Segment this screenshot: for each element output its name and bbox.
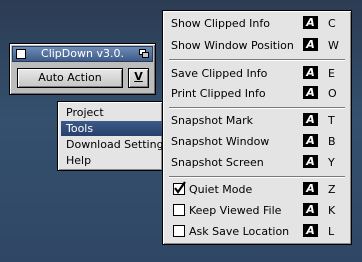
menu-item-keep-viewed-file[interactable]: Keep Viewed File A K bbox=[163, 200, 351, 221]
amiga-key-icon: A bbox=[303, 86, 318, 99]
menu-item-label: Show Window Position bbox=[171, 39, 294, 52]
clipdown-window: ClipDown v3.0. Auto Action V bbox=[9, 43, 156, 95]
menu-item-ask-save-location[interactable]: Ask Save Location A L bbox=[163, 221, 351, 242]
context-menu: Project Tools Download Settings Help bbox=[57, 101, 163, 171]
shortcut-key: B bbox=[328, 135, 336, 148]
menu-item-download-settings[interactable]: Download Settings bbox=[61, 137, 162, 152]
dropdown-label: V bbox=[134, 70, 143, 83]
checkbox-checked-icon[interactable] bbox=[173, 181, 186, 195]
shortcut-key: W bbox=[328, 39, 339, 52]
depth-gadget-icon[interactable] bbox=[139, 49, 149, 58]
amiga-key-icon: A bbox=[303, 113, 318, 126]
shortcut-key: K bbox=[328, 204, 336, 217]
amiga-key-icon: A bbox=[303, 38, 318, 51]
menu-item-print-clipped-info[interactable]: Print Clipped Info A O bbox=[163, 83, 351, 104]
menu-item-show-clipped-info[interactable]: Show Clipped Info A C bbox=[163, 13, 351, 34]
amiga-key-icon: A bbox=[303, 66, 318, 79]
shortcut-key: L bbox=[328, 225, 335, 238]
menu-item-help[interactable]: Help bbox=[61, 153, 162, 168]
window-title: ClipDown v3.0. bbox=[41, 47, 124, 60]
menu-item-label: Quiet Mode bbox=[189, 183, 253, 196]
amiga-key-icon: A bbox=[303, 224, 318, 237]
menu-item-label: Show Clipped Info bbox=[171, 17, 270, 30]
shortcut-key: C bbox=[328, 17, 336, 30]
menu-item-snapshot-window[interactable]: Snapshot Window A B bbox=[163, 131, 351, 152]
menu-item-snapshot-screen[interactable]: Snapshot Screen A Y bbox=[163, 152, 351, 173]
amiga-key-icon: A bbox=[303, 155, 318, 168]
shortcut-key: Y bbox=[328, 156, 335, 169]
menu-item-label: Snapshot Mark bbox=[171, 114, 254, 127]
menu-separator bbox=[169, 176, 345, 178]
amiga-key-icon: A bbox=[303, 203, 318, 216]
menu-separator bbox=[169, 59, 345, 61]
close-gadget-icon[interactable] bbox=[16, 49, 26, 59]
menu-item-show-window-position[interactable]: Show Window Position A W bbox=[163, 35, 351, 56]
menu-item-label: Ask Save Location bbox=[189, 225, 290, 238]
checkbox-icon[interactable] bbox=[173, 225, 185, 237]
menu-item-save-clipped-info[interactable]: Save Clipped Info A E bbox=[163, 63, 351, 84]
shortcut-key: T bbox=[328, 114, 335, 127]
menu-item-label: Print Clipped Info bbox=[171, 87, 266, 100]
menu-item-project[interactable]: Project bbox=[61, 105, 162, 120]
shortcut-key: E bbox=[328, 67, 335, 80]
amiga-key-icon: A bbox=[303, 134, 318, 147]
menu-item-label: Snapshot Screen bbox=[171, 156, 264, 169]
menu-item-label: Keep Viewed File bbox=[189, 204, 282, 217]
amiga-key-icon: A bbox=[303, 16, 318, 29]
menu-item-quiet-mode[interactable]: Quiet Mode A Z bbox=[163, 179, 351, 200]
menu-item-tools[interactable]: Tools bbox=[61, 121, 162, 136]
tools-submenu: Show Clipped Info A C Show Window Positi… bbox=[162, 10, 352, 245]
menu-item-label: Save Clipped Info bbox=[171, 67, 268, 80]
amiga-key-icon: A bbox=[303, 182, 318, 195]
menu-item-label: Snapshot Window bbox=[171, 135, 270, 148]
title-bar[interactable]: ClipDown v3.0. bbox=[12, 46, 153, 62]
menu-separator bbox=[169, 107, 345, 109]
auto-action-button[interactable]: Auto Action bbox=[17, 68, 123, 88]
action-dropdown-button[interactable]: V bbox=[128, 68, 149, 88]
shortcut-key: O bbox=[328, 87, 337, 100]
menu-item-snapshot-mark[interactable]: Snapshot Mark A T bbox=[163, 110, 351, 131]
shortcut-key: Z bbox=[328, 183, 336, 196]
checkbox-icon[interactable] bbox=[173, 204, 185, 216]
